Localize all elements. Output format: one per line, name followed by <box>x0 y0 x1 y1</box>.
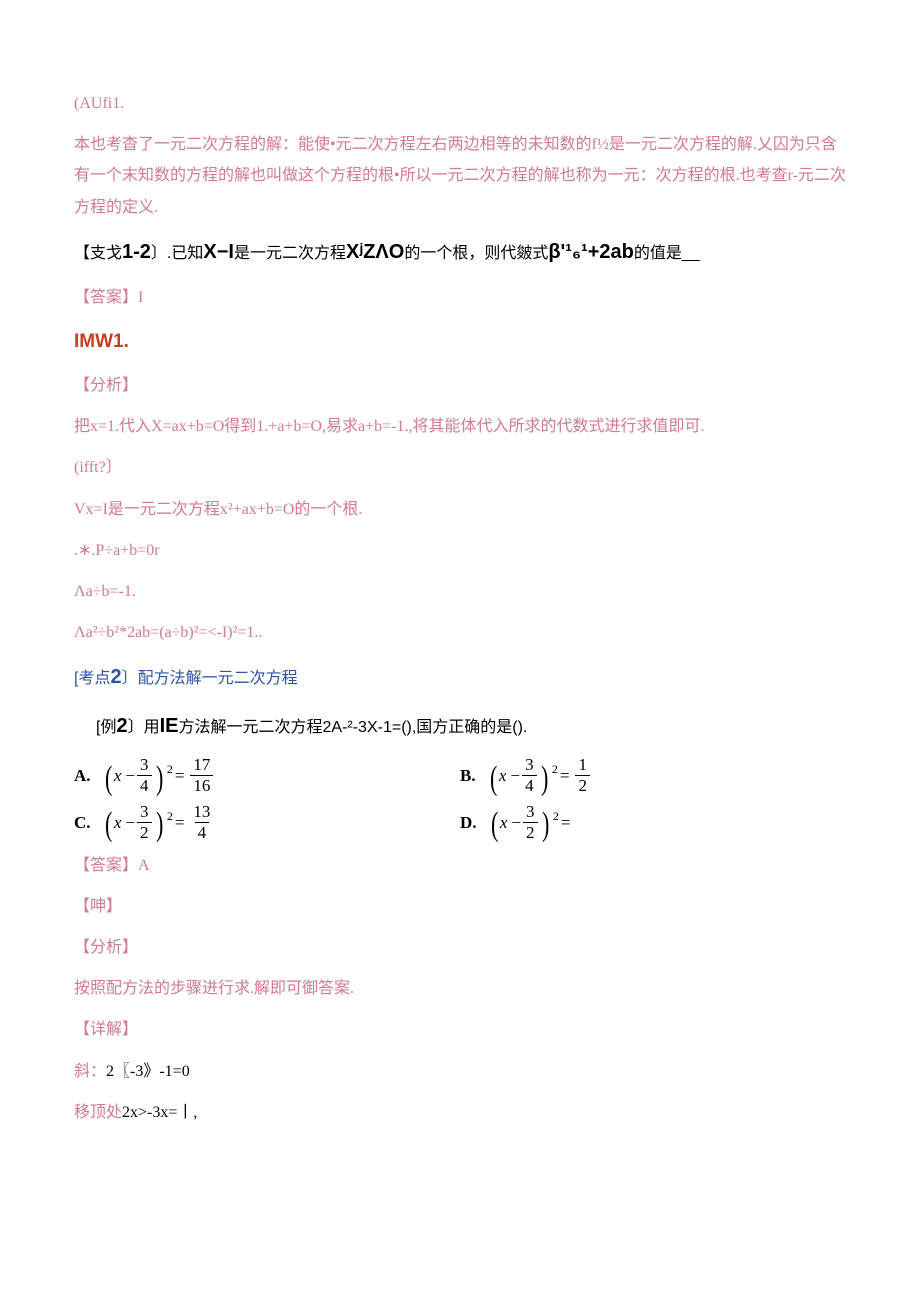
fraction: 32 <box>137 803 152 842</box>
topic-number: 2 <box>110 666 121 688</box>
left-paren-icon: ( <box>105 808 112 842</box>
expr-xjzao: XʲZΛO <box>346 241 404 263</box>
topic-suffix: 〕配方法解一元二次方程 <box>122 670 298 687</box>
option-letter-c: C. <box>74 806 91 839</box>
step-line-1: Vx=I是一元二次方程x²+ax+b=O的一个根. <box>74 494 846 525</box>
option-row-ab: A. ( x− 34 )2 = 1716 B. ( x− 34 )2 = 12 <box>74 756 846 795</box>
option-letter-a: A. <box>74 759 91 792</box>
step-line-4: Λa²÷b²*2ab=(a÷b)²=<-I)²=1.. <box>74 617 846 648</box>
text-mid-3: 的一个根，则代皴式 <box>404 245 548 262</box>
bracket-mid: 〕.已知 <box>151 245 203 262</box>
answer-label-2: 【答案】A <box>74 850 846 881</box>
text-mid-2: 是一元二次方程 <box>234 245 346 262</box>
fraction: 34 <box>137 756 152 795</box>
fraction: 134 <box>190 803 213 842</box>
option-letter-b: B. <box>460 759 476 792</box>
variant-number: 1-2 <box>122 241 151 263</box>
analysis-body-2: 按照配方法的步骤进行求.解即可御答案. <box>74 973 846 1004</box>
detail-step-1: 斜：2〖-3》-1=0 <box>74 1056 846 1087</box>
heading-imw1: IMW1. <box>74 323 846 360</box>
ex-prefix: [例 <box>96 719 116 736</box>
analysis-label-2: 【分析】 <box>74 932 846 963</box>
option-a-formula: ( x− 34 )2 = 1716 <box>103 756 216 795</box>
left-paren-icon: ( <box>491 808 498 842</box>
shen-label: 【呻】 <box>74 891 846 922</box>
right-paren-icon: ) <box>541 808 548 842</box>
bracket-prefix: 【支戈 <box>74 245 122 262</box>
left-paren-icon: ( <box>490 762 497 796</box>
option-d: D. ( x− 32 )2 = <box>460 803 846 842</box>
option-letter-d: D. <box>460 806 477 839</box>
fraction: 1716 <box>190 756 213 795</box>
fraction: 12 <box>575 756 590 795</box>
fraction: 32 <box>523 803 538 842</box>
detail-label: 【详解】 <box>74 1014 846 1045</box>
step-line-2: .∗.P÷a+b=0r <box>74 535 846 566</box>
explanation-paragraph: 本也考杳了一元二次方程的解：能使•元二次方程左右两边相等的未知数的f½是一元二次… <box>74 129 846 223</box>
answer-label-1: 【答案】I <box>74 282 846 313</box>
topic-prefix: [考点 <box>74 670 110 687</box>
detail-step-2-prefix: 移顶处 <box>74 1104 122 1121</box>
right-paren-icon: ) <box>155 762 162 796</box>
right-paren-icon: ) <box>541 762 548 796</box>
ex-mid: 〕用 <box>128 719 160 736</box>
step-line-3: Λa÷b=-1. <box>74 576 846 607</box>
fraction: 34 <box>522 756 537 795</box>
left-paren-icon: ( <box>105 762 112 796</box>
example-2-question: [例2〕用IE方法解一元二次方程2A-²-3X-1=(),国方正确的是(). <box>74 707 846 746</box>
document-page: (AUfi1. 本也考杳了一元二次方程的解：能使•元二次方程左右两边相等的未知数… <box>0 0 920 1301</box>
detail-step-1-body: 2〖-3》-1=0 <box>106 1063 190 1080</box>
option-c: C. ( x− 32 )2 = 134 <box>74 803 460 842</box>
option-d-formula: ( x− 32 )2 = <box>489 803 575 842</box>
note-label: (AUfi1. <box>74 88 846 119</box>
analysis-label-1: 【分析】 <box>74 370 846 401</box>
ex-tail: 方法解一元二次方程2A-²-3X-1=(),国方正确的是(). <box>179 719 528 736</box>
option-b-formula: ( x− 34 )2 = 12 <box>488 756 592 795</box>
ex-number: 2 <box>116 715 127 737</box>
analysis-body-1: 把x=1.代入X=ax+b=O得到1.+a+b=O,易求a+b=-1.,将其能体… <box>74 411 846 442</box>
right-paren-icon: ) <box>155 808 162 842</box>
text-tail: 的值是__ <box>634 245 700 262</box>
detail-step-2-body: 2x>-3x=丨, <box>122 1104 197 1121</box>
topic-2-heading: [考点2〕配方法解一元二次方程 <box>74 658 846 697</box>
detail-step-2: 移顶处2x>-3x=丨, <box>74 1097 846 1128</box>
expr-x-minus-i: X−I <box>203 241 234 263</box>
option-a: A. ( x− 34 )2 = 1716 <box>74 756 460 795</box>
variant-1-2-question: 【支戈1-2〕.已知X−I是一元二次方程XʲZΛO的一个根，则代皴式β'¹₆¹+… <box>74 233 846 272</box>
option-row-cd: C. ( x− 32 )2 = 134 D. ( x− 32 )2 = <box>74 803 846 842</box>
detail-step-1-prefix: 斜： <box>74 1063 106 1080</box>
ifft-label: (ifft?〕 <box>74 452 846 483</box>
option-b: B. ( x− 34 )2 = 12 <box>460 756 846 795</box>
expr-beta-2ab: β'¹₆¹+2ab <box>548 241 634 263</box>
ex-bold-ie: IE <box>160 715 179 737</box>
option-c-formula: ( x− 32 )2 = 134 <box>103 803 216 842</box>
